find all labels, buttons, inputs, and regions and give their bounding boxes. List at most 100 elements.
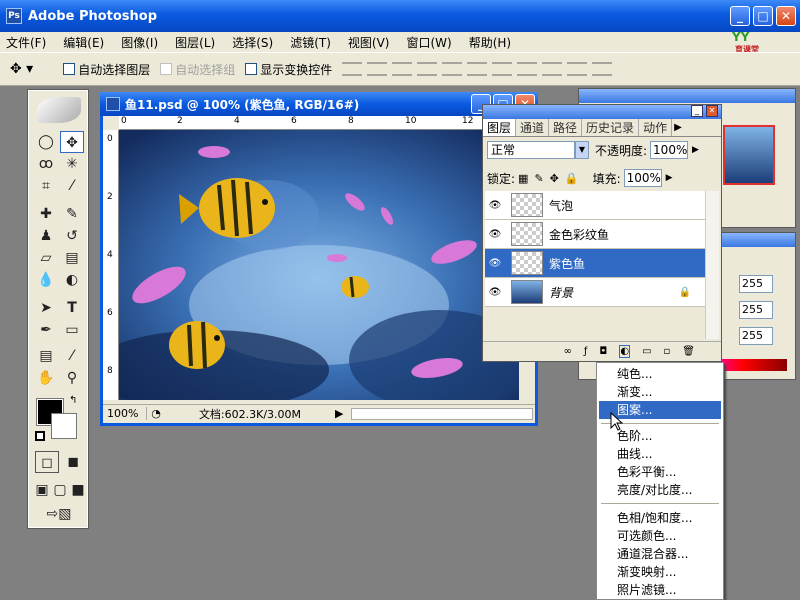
status-menu-icon[interactable]: ◔: [147, 407, 165, 420]
panel-close-button[interactable]: ✕: [706, 105, 718, 117]
distribute-left-icon[interactable]: [567, 62, 588, 76]
opacity-input[interactable]: 100%: [650, 141, 689, 159]
eye-icon[interactable]: 👁: [485, 287, 505, 298]
menu-item-gradient[interactable]: 渐变...: [599, 383, 721, 401]
menu-item-curves[interactable]: 曲线...: [599, 445, 721, 463]
align-bottom-icon[interactable]: [392, 62, 413, 76]
color-value-r[interactable]: 255: [739, 275, 773, 293]
new-group-icon[interactable]: ▭: [642, 346, 651, 357]
image-canvas[interactable]: [119, 130, 519, 400]
menu-item-photo-filter[interactable]: 照片滤镜...: [599, 581, 721, 599]
align-left-icon[interactable]: [417, 62, 438, 76]
show-transform-checkbox[interactable]: 显示变换控件: [245, 61, 332, 78]
tab-channels[interactable]: 通道: [516, 119, 550, 136]
blur-tool-icon[interactable]: 💧: [34, 269, 58, 291]
slice-tool-icon[interactable]: ⁄: [60, 175, 84, 197]
lasso-tool-icon[interactable]: ꝏ: [34, 153, 58, 175]
layer-style-icon[interactable]: ƒ: [584, 346, 588, 357]
blend-mode-select[interactable]: 正常: [487, 141, 575, 159]
default-colors-icon[interactable]: [35, 431, 45, 441]
fill-arrow-icon[interactable]: ▶: [666, 173, 673, 183]
auto-select-layer-checkbox[interactable]: 自动选择图层: [63, 61, 150, 78]
quickmask-mode-icon[interactable]: ◼: [61, 451, 85, 473]
crop-tool-icon[interactable]: ⌗: [34, 175, 58, 197]
menu-select[interactable]: 选择(S): [232, 34, 273, 51]
stamp-tool-icon[interactable]: ♟: [34, 225, 58, 247]
navigator-thumbnail[interactable]: [723, 125, 775, 185]
tab-paths[interactable]: 路径: [549, 119, 583, 136]
maximize-button[interactable]: □: [753, 6, 773, 26]
new-layer-icon[interactable]: ▫: [664, 346, 671, 357]
align-right-icon[interactable]: [467, 62, 488, 76]
path-select-icon[interactable]: ➤: [34, 297, 58, 319]
jump-to-imageready-icon[interactable]: ⇨▧: [39, 503, 79, 525]
color-value-b[interactable]: 255: [739, 327, 773, 345]
menu-file[interactable]: 文件(F): [6, 34, 46, 51]
screen-mode-full-menu-icon[interactable]: ▢: [51, 479, 69, 501]
layer-row[interactable]: 👁 背景 🔒: [485, 278, 705, 307]
menu-item-hue-saturation[interactable]: 色相/饱和度...: [599, 509, 721, 527]
panel-menu-icon[interactable]: ▶: [674, 119, 682, 136]
distribute-bottom-icon[interactable]: [542, 62, 563, 76]
layer-row[interactable]: 👁 气泡: [485, 191, 705, 220]
align-hcenter-icon[interactable]: [442, 62, 463, 76]
status-arrow-icon[interactable]: ▶: [335, 407, 349, 420]
screen-mode-standard-icon[interactable]: ▣: [33, 479, 51, 501]
distribute-top-icon[interactable]: [492, 62, 513, 76]
layer-mask-icon[interactable]: ◘: [599, 346, 607, 357]
eye-icon[interactable]: 👁: [485, 258, 505, 269]
menu-image[interactable]: 图像(I): [121, 34, 158, 51]
menu-item-brightness-contrast[interactable]: 亮度/对比度...: [599, 481, 721, 499]
lock-all-icon[interactable]: 🔒: [565, 172, 579, 185]
tab-actions[interactable]: 动作: [639, 119, 673, 136]
zoom-level[interactable]: 100%: [103, 407, 147, 420]
dodge-tool-icon[interactable]: ◐: [60, 269, 84, 291]
lock-position-icon[interactable]: ✥: [550, 172, 559, 185]
type-tool-icon[interactable]: T: [60, 297, 84, 319]
menu-item-channel-mixer[interactable]: 通道混合器...: [599, 545, 721, 563]
layers-scrollbar[interactable]: [705, 191, 719, 339]
adjustment-layer-icon[interactable]: ◐: [619, 345, 631, 358]
eraser-tool-icon[interactable]: ▱: [34, 247, 58, 269]
menu-item-solid-color[interactable]: 纯色...: [599, 365, 721, 383]
document-titlebar[interactable]: 鱼11.psd @ 100% (紫色鱼, RGB/16#) _ □ ✕: [100, 92, 538, 116]
screen-mode-full-icon[interactable]: ■: [69, 479, 87, 501]
menu-view[interactable]: 视图(V): [348, 34, 390, 51]
menu-item-color-balance[interactable]: 色彩平衡...: [599, 463, 721, 481]
fill-input[interactable]: 100%: [623, 169, 662, 187]
dropdown-chevron-icon[interactable]: ▼: [575, 141, 589, 159]
delete-layer-icon[interactable]: 🗑: [682, 346, 695, 357]
color-value-g[interactable]: 255: [739, 301, 773, 319]
healing-brush-icon[interactable]: ✚: [34, 203, 58, 225]
gradient-tool-icon[interactable]: ▤: [60, 247, 84, 269]
history-brush-icon[interactable]: ↺: [60, 225, 84, 247]
menu-layer[interactable]: 图层(L): [175, 34, 215, 51]
lock-transparency-icon[interactable]: ▦: [518, 172, 528, 185]
menu-item-gradient-map[interactable]: 渐变映射...: [599, 563, 721, 581]
notes-tool-icon[interactable]: ▤: [34, 345, 58, 367]
link-layers-icon[interactable]: ∞: [564, 346, 572, 357]
auto-select-group-checkbox[interactable]: 自动选择组: [160, 61, 235, 78]
menu-edit[interactable]: 编辑(E): [63, 34, 104, 51]
zoom-tool-icon[interactable]: ⚲: [60, 367, 84, 389]
minimize-button[interactable]: _: [730, 6, 750, 26]
distribute-right-icon[interactable]: [592, 62, 613, 76]
move-tool-icon[interactable]: ✥ ▾: [10, 61, 33, 77]
layer-row-selected[interactable]: 👁 紫色鱼: [485, 249, 705, 278]
standard-mode-icon[interactable]: ◻: [35, 451, 59, 473]
h-scrollbar[interactable]: [351, 407, 533, 420]
hand-tool-icon[interactable]: ✋: [34, 367, 58, 389]
background-color-swatch[interactable]: [51, 413, 77, 439]
layer-row[interactable]: 👁 金色彩纹鱼: [485, 220, 705, 249]
panel-minimize-button[interactable]: _: [691, 105, 703, 117]
menu-window[interactable]: 窗口(W): [406, 34, 451, 51]
eyedropper-icon[interactable]: ⁄: [60, 345, 84, 367]
pen-tool-icon[interactable]: ✒: [34, 319, 58, 341]
menu-help[interactable]: 帮助(H): [469, 34, 511, 51]
close-button[interactable]: ✕: [776, 6, 796, 26]
align-top-icon[interactable]: [342, 62, 363, 76]
eye-icon[interactable]: 👁: [485, 229, 505, 240]
tab-history[interactable]: 历史记录: [582, 119, 640, 136]
eye-icon[interactable]: 👁: [485, 200, 505, 211]
distribute-center-icon[interactable]: [517, 62, 538, 76]
